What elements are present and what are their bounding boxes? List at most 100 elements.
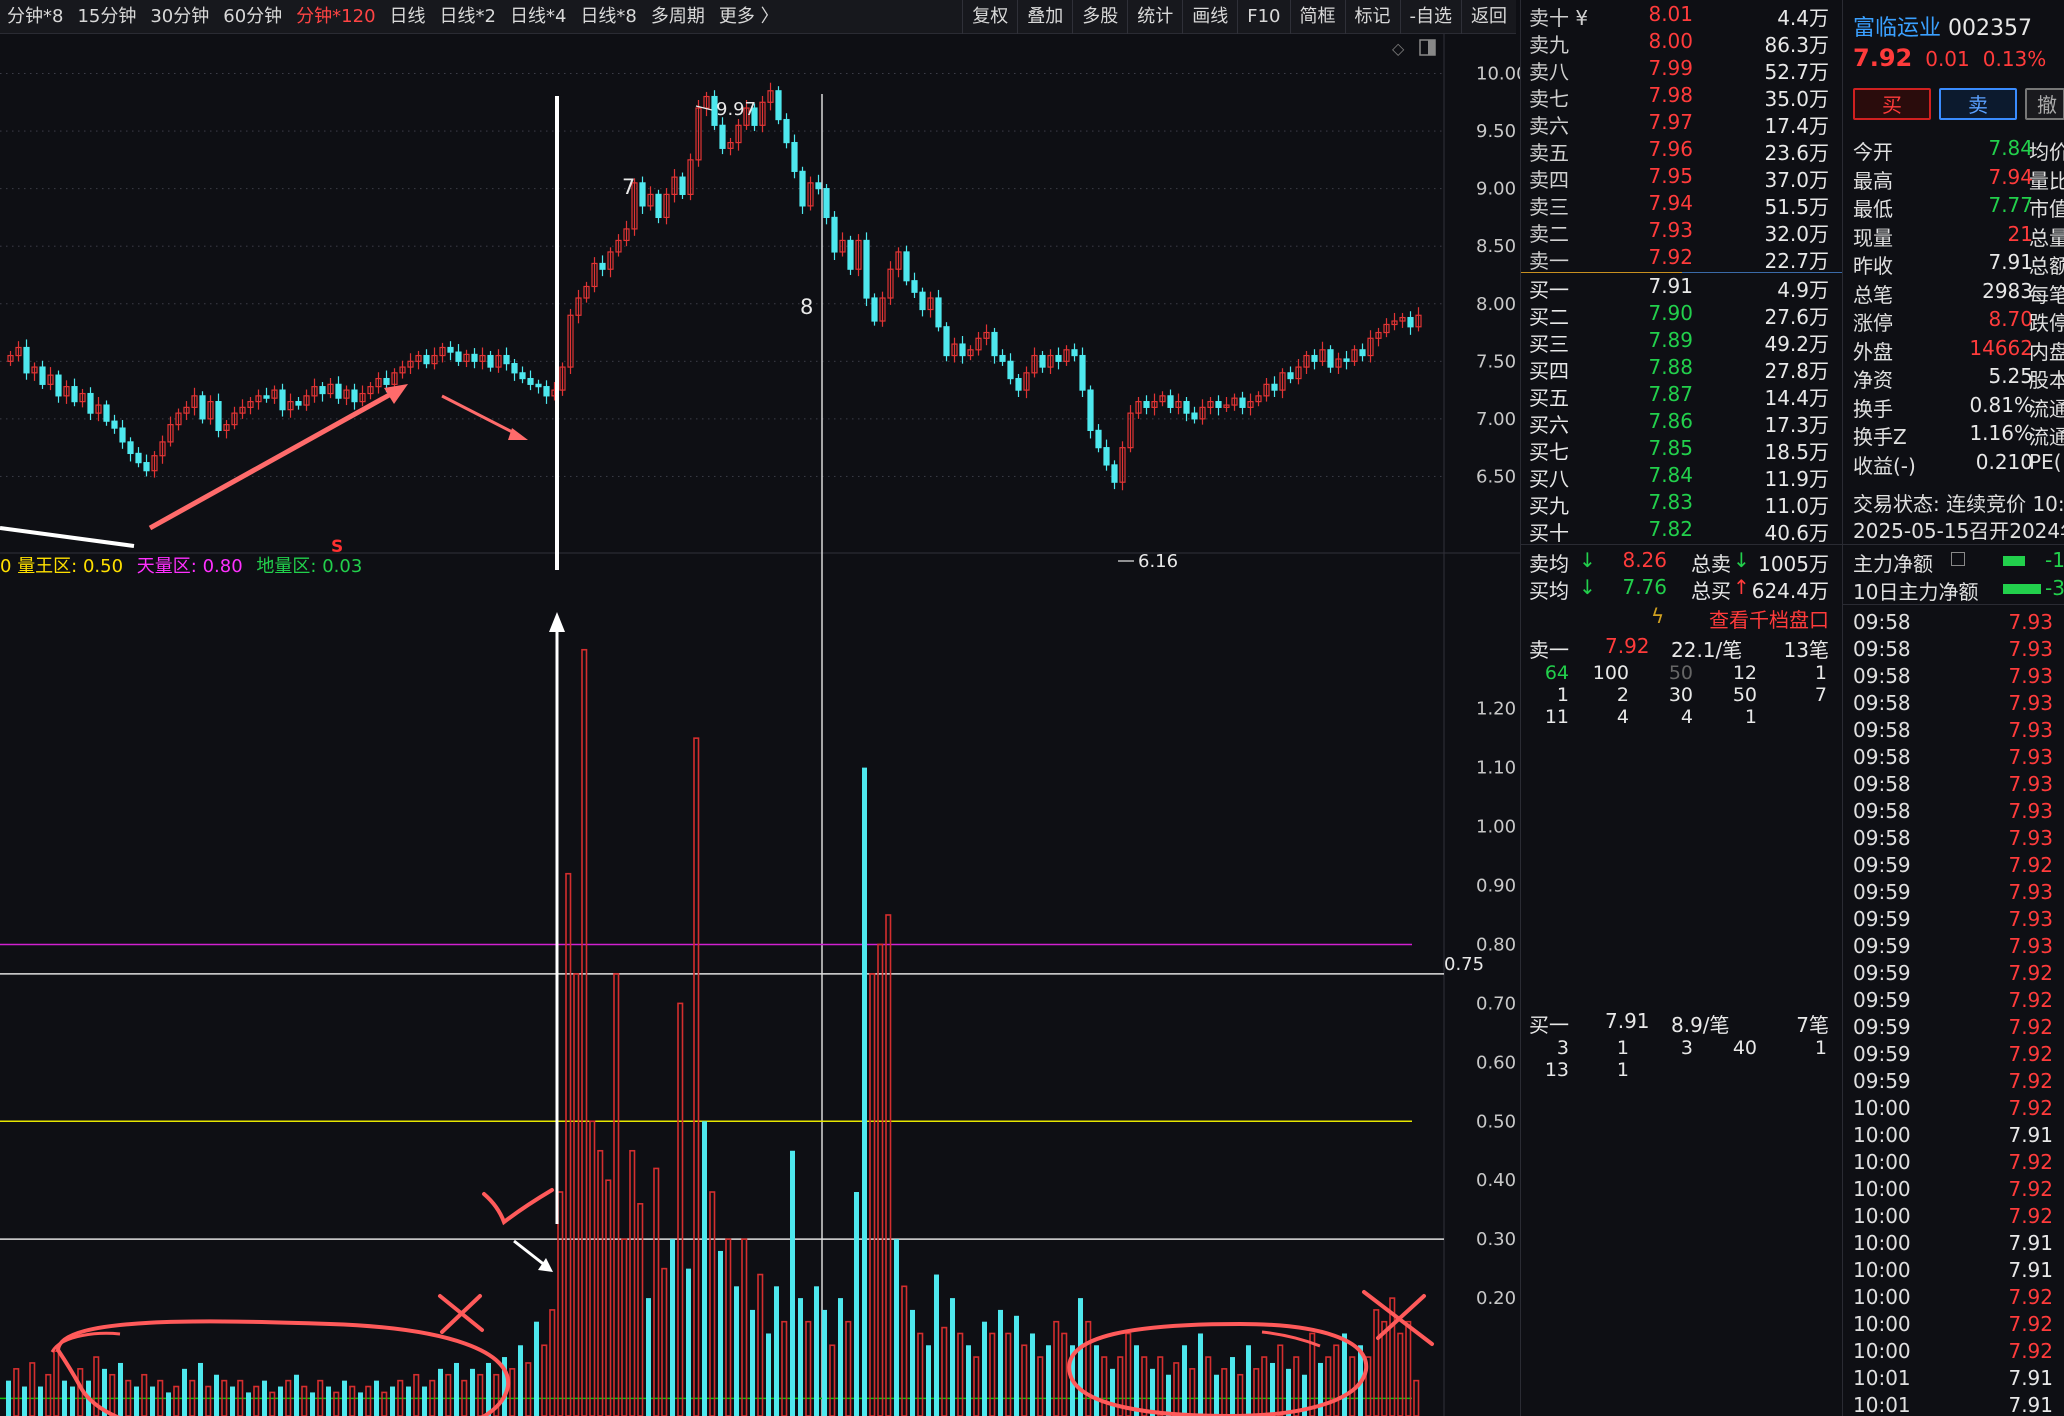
bid-row[interactable]: 买二 7.90 27.6万 <box>1521 301 1843 329</box>
period-tab-1[interactable]: 15分钟 <box>70 0 143 34</box>
tick-price: 7.93 <box>2008 637 2053 661</box>
queue-cell: 1 <box>1814 1037 1827 1059</box>
cancel-button[interactable]: 撤 <box>2025 88 2064 120</box>
bid-row[interactable]: 买八 7.84 11.9万 <box>1521 463 1843 491</box>
candle-body <box>503 354 510 365</box>
lightning-icon: ϟ <box>1651 604 1665 628</box>
bid-row[interactable]: 买九 7.83 11.0万 <box>1521 490 1843 518</box>
ask-row[interactable]: 卖七 7.98 35.0万 <box>1521 83 1843 111</box>
candle-body <box>351 389 358 403</box>
volume-bar <box>982 1321 987 1416</box>
down-arrow-icon: ↓ <box>1579 548 1596 572</box>
tick-time: 09:59 <box>1853 907 1911 931</box>
tick-row: 10:01 7.91 <box>1843 1393 2064 1416</box>
action-button-0[interactable]: 复权 <box>962 0 1017 34</box>
tick-price: 7.93 <box>2008 610 2053 634</box>
ask-row[interactable]: 卖二 7.93 32.0万 <box>1521 218 1843 246</box>
tick-time: 09:59 <box>1853 1015 1911 1039</box>
volume-axis-tick: 0.60 <box>1476 1052 1516 1073</box>
candle-body <box>1239 397 1246 408</box>
period-tab-2[interactable]: 30分钟 <box>143 0 216 34</box>
calendar-icon[interactable] <box>1951 552 1965 566</box>
stock-name[interactable]: 富临运业 <box>1853 16 1941 41</box>
candle-body <box>799 170 806 207</box>
action-button-8[interactable]: -自选 <box>1399 0 1462 34</box>
candle-body <box>39 366 46 385</box>
ask-row[interactable]: 卖十 ¥ 8.01 4.4万 <box>1521 2 1843 30</box>
tick-price: 7.92 <box>2008 1015 2053 1039</box>
period-tab-8[interactable]: 日线*8 <box>573 0 643 34</box>
sell-button[interactable]: 卖 <box>1939 88 2017 120</box>
tick-row: 09:59 7.93 <box>1843 880 2064 907</box>
buy-button[interactable]: 买 <box>1853 88 1931 120</box>
action-button-1[interactable]: 叠加 <box>1017 0 1072 34</box>
net-bar-icon <box>2003 556 2025 566</box>
volume-bar <box>1134 1345 1139 1416</box>
ask-row[interactable]: 卖六 7.97 17.4万 <box>1521 110 1843 138</box>
tick-price: 7.92 <box>2008 1069 2053 1093</box>
period-tab-10[interactable]: 更多 〉 <box>712 0 786 34</box>
bid-row[interactable]: 买六 7.86 17.3万 <box>1521 409 1843 437</box>
bid-price: 7.85 <box>1648 436 1693 460</box>
ask-row[interactable]: 卖八 7.99 52.7万 <box>1521 56 1843 84</box>
volume-bar <box>998 1309 1003 1416</box>
ask-row[interactable]: 卖一 7.92 22.7万 <box>1521 245 1843 273</box>
ask-row[interactable]: 卖三 7.94 51.5万 <box>1521 191 1843 219</box>
bid-row[interactable]: 买十 7.82 40.6万 <box>1521 517 1843 545</box>
volume-bar <box>166 1392 171 1416</box>
ask-row[interactable]: 卖五 7.96 23.6万 <box>1521 137 1843 165</box>
volume-bar <box>374 1380 379 1416</box>
period-tab-0[interactable]: 分钟*8 <box>0 0 70 34</box>
bid-row[interactable]: 买一 7.91 4.9万 <box>1521 274 1843 302</box>
main-net-label: 主力净额 <box>1853 552 1933 576</box>
price-axis-tick: 7.50 <box>1476 351 1516 372</box>
action-button-9[interactable]: 返回 <box>1461 0 1516 34</box>
bid-row[interactable]: 买七 7.85 18.5万 <box>1521 436 1843 464</box>
candle-body <box>511 363 518 374</box>
action-button-6[interactable]: 简框 <box>1289 0 1345 34</box>
bid-row[interactable]: 买四 7.88 27.8万 <box>1521 355 1843 383</box>
action-button-3[interactable]: 统计 <box>1127 0 1182 34</box>
candle-body <box>1359 349 1366 357</box>
volume-bar <box>718 1250 723 1416</box>
tick-price: 7.93 <box>2008 718 2053 742</box>
action-button-2[interactable]: 多股 <box>1072 0 1127 34</box>
bid-price: 7.82 <box>1648 517 1693 541</box>
ask-row[interactable]: 卖九 8.00 86.3万 <box>1521 29 1843 57</box>
total-value: 624.4万 <box>1751 579 1829 603</box>
diamond-icon[interactable]: ◇ <box>1392 39 1405 58</box>
period-tab-9[interactable]: 多周期 <box>644 0 712 34</box>
chart-canvas[interactable]: ◇ 10.00 9.50 9.00 8.50 8.00 7.50 7.00 6.50 9.97… <box>0 34 1528 1416</box>
action-button-7[interactable]: 标记 <box>1344 0 1400 34</box>
period-tab-7[interactable]: 日线*4 <box>503 0 573 34</box>
view-thousand-row[interactable]: ϟ 查看千档盘口 <box>1521 604 1843 633</box>
ask-price: 7.97 <box>1648 110 1693 134</box>
bid-row[interactable]: 买五 7.87 14.4万 <box>1521 382 1843 410</box>
volume-bar <box>38 1386 43 1416</box>
stat-row: 收益(-) 0.210 PE( <box>1843 449 2064 478</box>
queue-cell: 1 <box>1616 1037 1629 1059</box>
candle-body <box>1191 412 1198 420</box>
period-tab-6[interactable]: 日线*2 <box>433 0 503 34</box>
total-value: 1005万 <box>1758 552 1829 576</box>
view-thousand-link[interactable]: 查看千档盘口 <box>1709 604 1829 633</box>
volume-bar <box>470 1368 475 1416</box>
candle-body <box>119 427 126 443</box>
period-tab-3[interactable]: 60分钟 <box>216 0 289 34</box>
ask-volume: 35.0万 <box>1764 87 1829 111</box>
stat-value: 0.210 <box>1975 449 2033 474</box>
ask-row[interactable]: 卖四 7.95 37.0万 <box>1521 164 1843 192</box>
period-tab-5[interactable]: 日线 <box>383 0 433 34</box>
action-button-5[interactable]: F10 <box>1237 0 1289 34</box>
tick-price: 7.92 <box>2008 1150 2053 1174</box>
ask-price: 7.99 <box>1648 56 1693 80</box>
tick-row: 10:00 7.92 <box>1843 1096 2064 1123</box>
volume-bar <box>1110 1368 1115 1416</box>
period-tab-4[interactable]: 分钟*120 <box>289 0 382 34</box>
action-button-4[interactable]: 画线 <box>1182 0 1237 34</box>
stock-quote: 7.92 0.01 0.13% <box>1853 44 2046 72</box>
bid-row[interactable]: 买三 7.89 49.2万 <box>1521 328 1843 356</box>
candle-body <box>519 372 526 380</box>
volume-bar <box>230 1386 235 1416</box>
volume-bar <box>774 1286 779 1416</box>
